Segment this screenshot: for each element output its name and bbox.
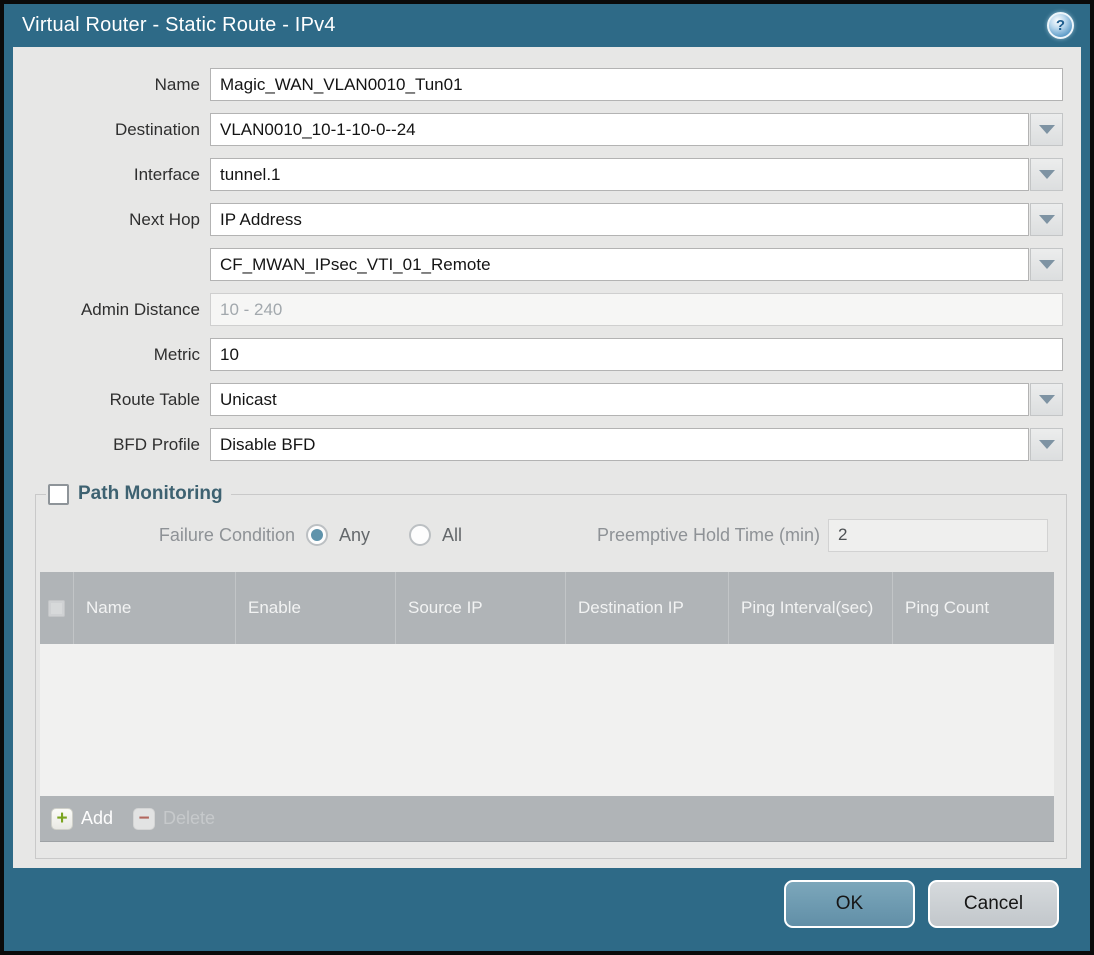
path-monitoring-title: Path Monitoring bbox=[78, 483, 223, 504]
column-header-source-ip[interactable]: Source IP bbox=[395, 572, 565, 644]
delete-button[interactable]: − Delete bbox=[133, 807, 216, 830]
column-header-destination-ip[interactable]: Destination IP bbox=[565, 572, 728, 644]
name-label: Name bbox=[154, 74, 200, 94]
name-input[interactable] bbox=[210, 68, 1063, 101]
chevron-down-icon bbox=[1038, 260, 1055, 269]
ok-button[interactable]: OK bbox=[784, 880, 915, 928]
cancel-button[interactable]: Cancel bbox=[928, 880, 1059, 928]
metric-label: Metric bbox=[153, 344, 200, 364]
next-hop-address-input[interactable] bbox=[210, 248, 1029, 281]
chevron-down-icon bbox=[1038, 125, 1055, 134]
interface-dropdown-button[interactable] bbox=[1030, 158, 1063, 191]
bfd-profile-dropdown-button[interactable] bbox=[1030, 428, 1063, 461]
column-header-name[interactable]: Name bbox=[73, 572, 235, 644]
next-hop-type-dropdown-button[interactable] bbox=[1030, 203, 1063, 236]
static-route-dialog: Virtual Router - Static Route - IPv4 ? N… bbox=[0, 0, 1094, 955]
minus-icon: − bbox=[133, 807, 156, 830]
interface-input[interactable] bbox=[210, 158, 1029, 191]
path-monitoring-checkbox[interactable] bbox=[48, 483, 69, 505]
failure-condition-label: Failure Condition bbox=[158, 524, 295, 545]
select-all-checkbox[interactable] bbox=[48, 599, 65, 617]
form-row-metric: Metric bbox=[13, 338, 1063, 371]
add-button-label: Add bbox=[81, 808, 114, 828]
interface-label: Interface bbox=[133, 164, 200, 184]
table-toolbar: + Add − Delete bbox=[40, 796, 1054, 842]
route-table-dropdown-button[interactable] bbox=[1030, 383, 1063, 416]
path-monitoring-section: Path Monitoring Failure Condition Any Al… bbox=[35, 483, 1067, 859]
table-body-empty bbox=[40, 644, 1054, 796]
path-monitoring-legend: Path Monitoring bbox=[46, 483, 231, 505]
destination-dropdown-button[interactable] bbox=[1030, 113, 1063, 146]
column-header-enable[interactable]: Enable bbox=[235, 572, 395, 644]
form-row-admin-distance: Admin Distance bbox=[13, 293, 1063, 326]
dialog-titlebar: Virtual Router - Static Route - IPv4 ? bbox=[4, 4, 1090, 47]
bfd-profile-input[interactable] bbox=[210, 428, 1029, 461]
form-row-interface: Interface bbox=[13, 158, 1063, 191]
chevron-down-icon bbox=[1038, 395, 1055, 404]
table-header-checkbox-cell bbox=[40, 572, 73, 644]
help-icon[interactable]: ? bbox=[1047, 12, 1074, 39]
form-row-name: Name bbox=[13, 68, 1063, 101]
column-header-ping-interval[interactable]: Ping Interval(sec) bbox=[728, 572, 892, 644]
path-monitoring-table: Name Enable Source IP Destination IP Pin… bbox=[40, 572, 1054, 842]
route-table-input[interactable] bbox=[210, 383, 1029, 416]
form-row-next-hop: Next Hop bbox=[13, 203, 1063, 236]
next-hop-label: Next Hop bbox=[129, 209, 200, 229]
destination-input[interactable] bbox=[210, 113, 1029, 146]
admin-distance-label: Admin Distance bbox=[80, 299, 200, 319]
dialog-body: Name Destination Interface bbox=[13, 47, 1081, 868]
destination-label: Destination bbox=[114, 119, 200, 139]
chevron-down-icon bbox=[1038, 215, 1055, 224]
radio-selected-dot bbox=[311, 529, 323, 541]
dialog-footer: OK Cancel bbox=[4, 868, 1090, 951]
chevron-down-icon bbox=[1038, 440, 1055, 449]
form-row-route-table: Route Table bbox=[13, 383, 1063, 416]
failure-condition-any-label: Any bbox=[339, 524, 371, 545]
bfd-profile-label: BFD Profile bbox=[113, 434, 200, 454]
delete-button-label: Delete bbox=[163, 808, 216, 828]
form-row-next-hop-value bbox=[13, 248, 1063, 281]
failure-condition-any-radio[interactable] bbox=[306, 524, 328, 546]
failure-condition-all-radio[interactable] bbox=[409, 524, 432, 546]
dialog-frame: Virtual Router - Static Route - IPv4 ? N… bbox=[4, 4, 1090, 951]
metric-input[interactable] bbox=[210, 338, 1063, 371]
next-hop-type-input[interactable] bbox=[210, 203, 1029, 236]
preemptive-hold-time-input[interactable] bbox=[828, 518, 1048, 552]
chevron-down-icon bbox=[1038, 170, 1055, 179]
failure-condition-row: Failure Condition Any All Preemptive Hol… bbox=[38, 517, 1056, 553]
preemptive-hold-time-label: Preemptive Hold Time (min) bbox=[596, 524, 820, 545]
failure-condition-all-label: All bbox=[442, 524, 463, 545]
next-hop-address-dropdown-button[interactable] bbox=[1030, 248, 1063, 281]
route-table-label: Route Table bbox=[109, 389, 200, 409]
plus-icon: + bbox=[51, 807, 73, 830]
add-button[interactable]: + Add bbox=[51, 807, 114, 830]
column-header-ping-count[interactable]: Ping Count bbox=[892, 572, 1054, 644]
form-row-bfd-profile: BFD Profile bbox=[13, 428, 1063, 461]
table-header-row: Name Enable Source IP Destination IP Pin… bbox=[40, 572, 1054, 644]
form-row-destination: Destination bbox=[13, 113, 1063, 146]
admin-distance-input[interactable] bbox=[210, 293, 1063, 326]
dialog-title: Virtual Router - Static Route - IPv4 bbox=[22, 14, 336, 36]
